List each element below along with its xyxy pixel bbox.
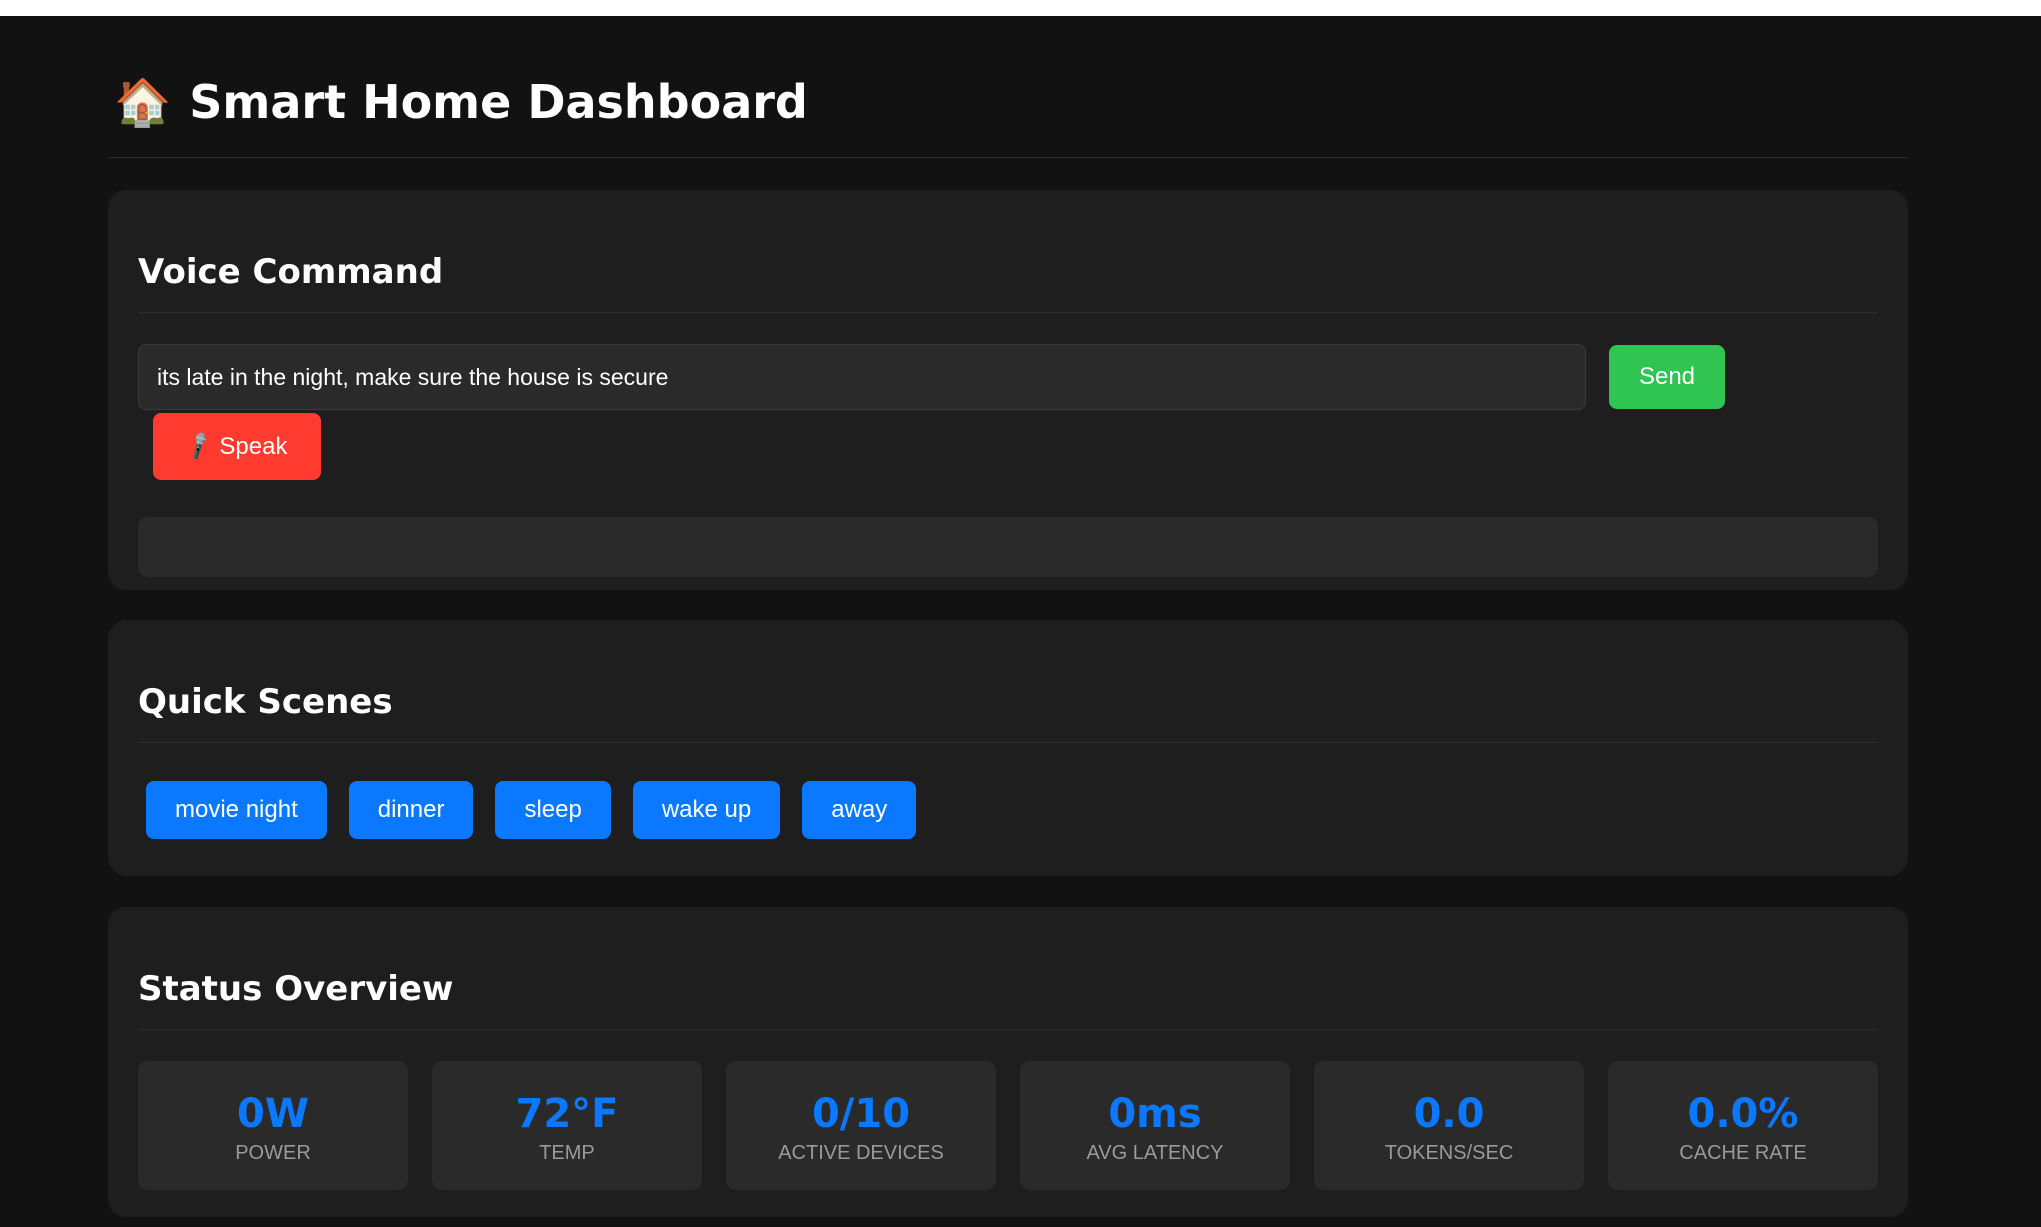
scene-button-away[interactable]: away (802, 781, 917, 839)
stat-value: 0W (237, 1091, 309, 1137)
voice-command-title: Voice Command (138, 190, 1878, 313)
status-tiles-row: 0W Power 72°F Temp 0/10 Active Devices 0… (138, 1061, 1878, 1190)
stat-tile-cache-rate: 0.0% Cache Rate (1608, 1061, 1878, 1190)
stat-value: 0.0% (1687, 1091, 1799, 1137)
stat-value: 72°F (515, 1091, 619, 1137)
scene-button-movie-night[interactable]: movie night (146, 781, 327, 839)
send-button[interactable]: Send (1609, 345, 1725, 409)
stat-value: 0/10 (811, 1091, 911, 1137)
stat-label: Active Devices (778, 1142, 944, 1164)
voice-command-card: Voice Command Send 🎤 Speak (108, 190, 1908, 590)
stat-tile-avg-latency: 0ms Avg Latency (1020, 1061, 1290, 1190)
stat-value: 0ms (1108, 1091, 1202, 1137)
stat-tile-active-devices: 0/10 Active Devices (726, 1061, 996, 1190)
house-icon: 🏠 (114, 75, 172, 128)
scene-buttons-row: movie night dinner sleep wake up away (146, 781, 917, 839)
speak-button[interactable]: 🎤 Speak (153, 413, 321, 480)
scene-button-dinner[interactable]: dinner (348, 781, 474, 839)
stat-label: Cache Rate (1679, 1142, 1807, 1164)
status-overview-card: Status Overview 0W Power 72°F Temp 0/10 … (108, 907, 1908, 1217)
page-title: Smart Home Dashboard (189, 74, 808, 129)
stat-label: Temp (539, 1142, 595, 1164)
stat-value: 0.0 (1413, 1091, 1485, 1137)
quick-scenes-title: Quick Scenes (138, 620, 1878, 743)
voice-command-input[interactable] (138, 344, 1586, 410)
quick-scenes-card: Quick Scenes movie night dinner sleep wa… (108, 620, 1908, 876)
stat-tile-power: 0W Power (138, 1061, 408, 1190)
stat-label: Avg Latency (1086, 1142, 1224, 1164)
speak-button-label: Speak (219, 432, 288, 460)
browser-top-strip (0, 0, 2041, 16)
scene-button-sleep[interactable]: sleep (495, 781, 611, 839)
stat-tile-tokens-per-sec: 0.0 Tokens/sec (1314, 1061, 1584, 1190)
scene-button-wake-up[interactable]: wake up (632, 781, 781, 839)
status-overview-title: Status Overview (138, 907, 1878, 1030)
dashboard-container: 🏠 Smart Home Dashboard Voice Command Sen… (108, 16, 1908, 1217)
stat-tile-temp: 72°F Temp (432, 1061, 702, 1190)
voice-response-box (138, 517, 1878, 577)
stat-label: Power (235, 1142, 311, 1164)
microphone-icon: 🎤 (182, 431, 216, 463)
stat-label: Tokens/sec (1384, 1142, 1514, 1164)
page-header: 🏠 Smart Home Dashboard (108, 16, 1908, 158)
